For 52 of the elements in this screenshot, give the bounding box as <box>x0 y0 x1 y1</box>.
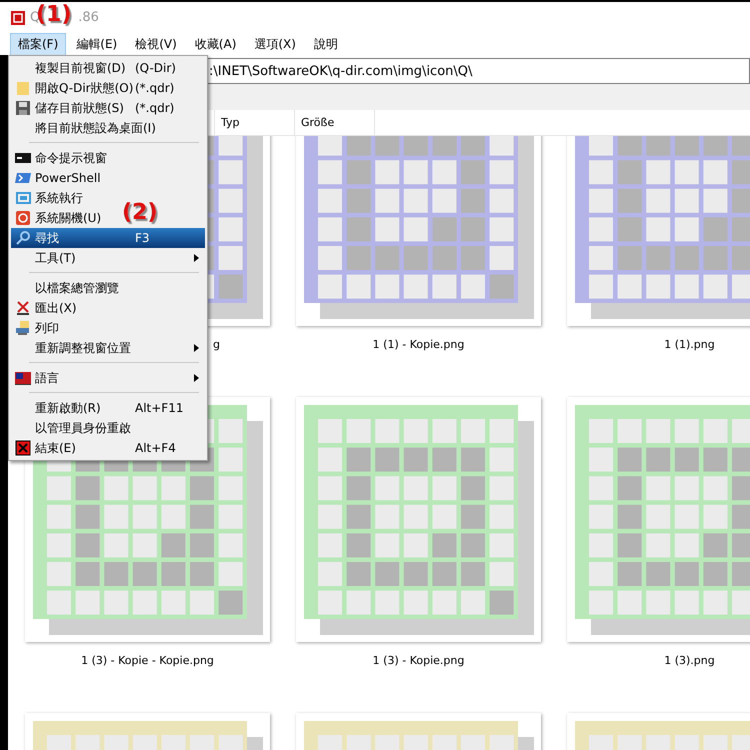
menu-bar-item[interactable]: 說明 <box>306 32 346 56</box>
menu-item[interactable]: 結束(E) <box>35 440 76 456</box>
power-icon <box>15 210 31 226</box>
annotation-label: (2) <box>122 200 158 225</box>
menu-item[interactable]: 語言 <box>35 370 59 386</box>
menu-item[interactable]: 儲存目前狀態(S) <box>35 100 124 116</box>
menu-bar-item[interactable]: 選項(X) <box>246 32 304 56</box>
menu-item-label: 尋找 <box>35 230 59 246</box>
prompt-icon <box>15 170 31 186</box>
menu-item[interactable]: PowerShell <box>35 171 101 185</box>
file-name: 1 (1).png <box>664 338 715 351</box>
shortcut-text: (Q-Dir) <box>135 61 177 75</box>
shortcut-text: (*.qdr) <box>135 101 176 115</box>
annotation-label: (1) <box>36 2 72 27</box>
menu-bar-item[interactable]: 編輯(E) <box>68 32 126 56</box>
flag-icon <box>15 370 31 386</box>
menu-item[interactable]: 系統關機(U) <box>35 210 102 226</box>
menu-item[interactable]: 以管理員身份重啟 <box>35 420 131 436</box>
shortcut-text: F3 <box>135 231 151 245</box>
menu-item[interactable]: 尋找 F3 <box>11 228 205 248</box>
menu-item[interactable]: 匯出(X) <box>35 300 77 316</box>
column-header[interactable]: Typ <box>215 110 295 135</box>
window-title: .86 <box>78 10 99 25</box>
menu-item[interactable]: 複製目前視窗(D) <box>35 60 126 76</box>
file-name: g <box>213 338 220 351</box>
file-name: 1 (3) - Kopie.png <box>372 654 464 667</box>
menu-item[interactable]: 重新調整視窗位置 <box>35 340 131 356</box>
close-icon <box>15 440 31 456</box>
menu-item[interactable]: 系統執行 <box>35 190 83 206</box>
menu-item[interactable]: 將目前狀態設為桌面(I) <box>35 120 156 136</box>
folder-icon <box>15 80 31 96</box>
menu-bar-item[interactable]: 檔案(F) <box>10 32 66 56</box>
menu-item[interactable]: 列印 <box>35 320 59 336</box>
menu-item[interactable]: 工具(T) <box>35 250 76 266</box>
app-icon <box>10 10 26 26</box>
shortcut-text: Alt+F4 <box>135 441 177 455</box>
file-name: 1 (3).png <box>664 654 715 667</box>
menu-bar-item[interactable]: 收藏(A) <box>186 32 244 56</box>
cross-icon <box>15 300 31 316</box>
file-name: 1 (3) - Kopie - Kopie.png <box>81 654 214 667</box>
search-icon <box>15 230 31 246</box>
window-icon <box>15 190 31 206</box>
column-header[interactable]: Größe <box>295 110 375 135</box>
menu-item[interactable]: 命令提示視窗 <box>35 150 107 166</box>
shortcut-text: Alt+F11 <box>135 401 184 415</box>
file-name: 1 (1) - Kopie.png <box>372 338 464 351</box>
menu-item[interactable]: 重新啟動(R) <box>35 400 101 416</box>
shortcut-text: (*.qdr) <box>135 81 176 95</box>
terminal-icon <box>15 150 31 166</box>
menu-bar-item[interactable]: 檢視(V) <box>127 32 185 56</box>
printer-icon <box>15 320 31 336</box>
menu-item[interactable]: 以檔案總管瀏覽 <box>35 280 119 296</box>
